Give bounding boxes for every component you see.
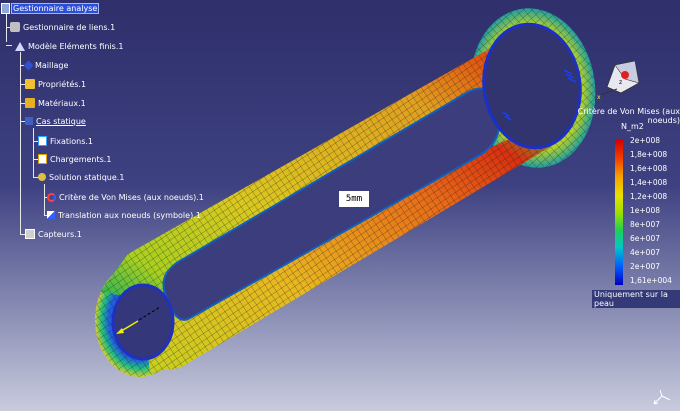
legend-footer: Uniquement sur la peau [592,290,680,308]
tree-item-static-case[interactable]: Cas statique [25,115,87,127]
legend-tick: 1,61e+004 [630,276,672,285]
tree-item-label: Gestionnaire analyse [10,2,100,14]
links-manager-icon [10,22,20,32]
svg-text:x: x [597,94,601,101]
static-case-icon [25,117,33,125]
tree-item-translation-image[interactable]: Translation aux noeuds (symbole).1 [47,209,202,221]
von-mises-image-icon [47,192,56,202]
legend-tick: 6e+007 [630,234,660,243]
legend-tick: 2e+007 [630,262,660,271]
tree-item-label: Translation aux noeuds (symbole).1 [58,210,201,220]
tree-item-label: Critère de Von Mises (aux noeuds).1 [59,192,204,202]
legend-unit: N_m2 [621,122,644,131]
legend-tick: 1,4e+008 [630,178,668,187]
legend-tick: 4e+007 [630,248,660,257]
tree-item-label: Cas statique [36,116,86,126]
tree-item-label: Gestionnaire de liens.1 [23,22,116,32]
tree-item-label: Modèle Eléments finis.1 [28,41,124,51]
tree-item-label: Capteurs.1 [38,229,82,239]
tree-item-label: Chargements.1 [50,154,112,164]
svg-text:z: z [619,79,622,86]
legend-tick: 8e+007 [630,220,660,229]
tree-item-analysis-manager[interactable]: Gestionnaire analyse [1,2,100,14]
tree-item-properties[interactable]: Propriétés.1 [25,78,87,90]
tree-item-label: Fixations.1 [50,136,94,146]
axis-icon [653,389,671,405]
compass-icon[interactable]: x z [597,57,647,102]
legend-color-bar [615,140,623,285]
tree-item-sensors[interactable]: Capteurs.1 [25,228,83,240]
restraints-icon [38,136,47,146]
tree-item-label: Maillage [35,60,69,70]
analysis-manager-icon [1,2,10,14]
materials-folder-icon [25,98,35,108]
properties-folder-icon [25,79,35,89]
legend-tick: 1,2e+008 [630,192,668,201]
specification-tree: Gestionnaire analyse Gestionnaire de lie… [0,0,204,250]
sensors-icon [25,229,35,239]
legend-tick: 1,8e+008 [630,150,668,159]
tree-item-restraints[interactable]: Fixations.1 [38,135,94,147]
static-solution-icon [38,173,46,181]
tree-item-static-solution[interactable]: Solution statique.1 [38,171,125,183]
legend-tick: 1,6e+008 [630,164,668,173]
fem-model-icon [15,41,25,51]
tree-item-label: Propriétés.1 [38,79,87,89]
tree-item-loads[interactable]: Chargements.1 [38,153,112,165]
legend-tick: 2e+008 [630,136,660,145]
tree-item-label: Matériaux.1 [38,98,86,108]
tree-item-label: Solution statique.1 [49,172,125,182]
tree-item-materials[interactable]: Matériaux.1 [25,97,87,109]
loads-icon [38,154,47,164]
mesh-size-label[interactable]: 5mm [339,191,369,207]
mesh-icon [23,60,34,70]
legend-tick: 1e+008 [630,206,660,215]
tree-item-mesh[interactable]: Maillage [23,59,69,71]
translation-image-icon [47,211,55,219]
tree-item-links-manager[interactable]: Gestionnaire de liens.1 [10,21,116,33]
tree-item-fem-model[interactable]: Modèle Eléments finis.1 [15,40,124,52]
tree-item-von-mises-image[interactable]: Critère de Von Mises (aux noeuds).1 [47,191,205,203]
